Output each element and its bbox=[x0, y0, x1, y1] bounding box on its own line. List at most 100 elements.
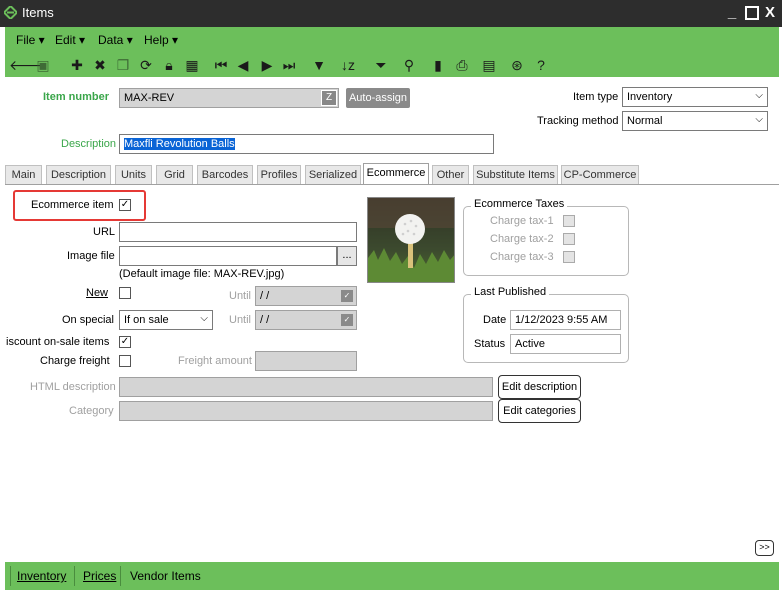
tab-barcodes[interactable]: Barcodes bbox=[197, 165, 253, 185]
help-icon[interactable]: ? bbox=[531, 55, 551, 75]
charge-freight-label: Charge freight bbox=[40, 355, 110, 367]
tracking-method-select[interactable]: Normal ⌵ bbox=[622, 111, 768, 131]
default-image-note: (Default image file: MAX-REV.jpg) bbox=[119, 268, 285, 280]
calendar-dropdown-icon[interactable]: ✓ bbox=[341, 290, 353, 302]
tab-divider bbox=[5, 184, 779, 185]
next-record-icon[interactable]: ▶ bbox=[257, 55, 277, 75]
menu-file[interactable]: File ▾ bbox=[16, 33, 45, 47]
grid-icon[interactable]: ▦ bbox=[182, 55, 202, 75]
charge-tax-1-label: Charge tax-1 bbox=[490, 215, 554, 227]
new-until-date[interactable]: / / ✓ bbox=[255, 286, 357, 306]
back-arrow-icon[interactable]: 🡐 bbox=[9, 55, 47, 75]
bottom-tab-bar: Inventory Prices Vendor Items bbox=[5, 562, 779, 590]
on-special-select[interactable]: If on sale ⌵ bbox=[119, 310, 213, 330]
tracking-method-label: Tracking method bbox=[537, 115, 619, 127]
category-label: Category bbox=[69, 405, 114, 417]
bottom-tab-prices[interactable]: Prices bbox=[83, 569, 116, 583]
ecommerce-item-checkbox[interactable]: ✓ bbox=[119, 199, 131, 211]
last-published-title: Last Published bbox=[471, 286, 550, 298]
freight-amount-label: Freight amount bbox=[178, 355, 252, 367]
item-number-input[interactable]: MAX-REV bbox=[119, 88, 339, 108]
published-date-label: Date bbox=[483, 314, 507, 326]
charge-tax-2-checkbox[interactable] bbox=[563, 233, 575, 245]
title-bar: Items _ X bbox=[0, 0, 782, 27]
ecommerce-taxes-title: Ecommerce Taxes bbox=[471, 198, 568, 210]
tab-serialized[interactable]: Serialized bbox=[305, 165, 361, 185]
refresh-icon[interactable]: ⟳ bbox=[136, 55, 156, 75]
search-icon[interactable]: ⚲ bbox=[399, 55, 419, 75]
description-label: Description bbox=[61, 138, 117, 150]
freight-amount-input[interactable] bbox=[255, 351, 357, 371]
ecommerce-item-label: Ecommerce item bbox=[31, 199, 114, 211]
product-image bbox=[367, 197, 455, 283]
charge-tax-1-checkbox[interactable] bbox=[563, 215, 575, 227]
support-icon[interactable]: ⊛ bbox=[507, 55, 527, 75]
new-until-label: Until bbox=[229, 290, 252, 302]
copy-icon[interactable]: ❐ bbox=[113, 55, 133, 75]
maximize-button[interactable] bbox=[742, 3, 762, 23]
save-icon[interactable]: ▣ bbox=[33, 55, 53, 75]
tab-main[interactable]: Main bbox=[5, 165, 42, 185]
tab-units[interactable]: Units bbox=[115, 165, 152, 185]
close-button[interactable]: X bbox=[760, 3, 780, 23]
tab-ecommerce[interactable]: Ecommerce bbox=[363, 163, 429, 185]
menu-data[interactable]: Data ▾ bbox=[98, 33, 133, 47]
expand-button[interactable]: >> bbox=[755, 540, 774, 556]
description-input[interactable]: Maxfli Revolution Balls bbox=[119, 134, 494, 154]
calendar-dropdown-icon[interactable]: ✓ bbox=[341, 314, 353, 326]
discount-on-sale-checkbox[interactable]: ✓ bbox=[119, 336, 131, 348]
tab-cp-commerce[interactable]: CP-Commerce bbox=[561, 165, 639, 185]
sort-icon[interactable]: ↓z bbox=[338, 55, 358, 75]
discount-on-sale-label: iscount on-sale items bbox=[6, 336, 110, 348]
image-file-input[interactable] bbox=[119, 246, 337, 266]
description-selected-text: Maxfli Revolution Balls bbox=[124, 138, 235, 150]
tab-grid[interactable]: Grid bbox=[156, 165, 193, 185]
new-checkbox[interactable] bbox=[119, 287, 131, 299]
html-description-input[interactable] bbox=[119, 377, 493, 397]
bottom-tab-inventory[interactable]: Inventory bbox=[17, 569, 66, 583]
first-record-icon[interactable]: ⏮ bbox=[211, 55, 231, 75]
print-icon[interactable]: ⎙ bbox=[452, 55, 472, 75]
window-title: Items bbox=[22, 5, 54, 20]
category-input[interactable] bbox=[119, 401, 493, 421]
filter-icon[interactable]: ⏷ bbox=[371, 55, 391, 75]
tab-profiles[interactable]: Profiles bbox=[257, 165, 301, 185]
published-date-value: 1/12/2023 9:55 AM bbox=[510, 310, 621, 330]
minimize-button[interactable]: _ bbox=[722, 3, 742, 23]
tab-other[interactable]: Other bbox=[432, 165, 469, 185]
edit-description-button[interactable]: Edit description bbox=[498, 375, 581, 399]
bottom-tab-vendor-items[interactable]: Vendor Items bbox=[130, 569, 201, 583]
bookmark-icon[interactable]: ▼ bbox=[309, 55, 329, 75]
charge-tax-3-checkbox[interactable] bbox=[563, 251, 575, 263]
url-input[interactable] bbox=[119, 222, 357, 242]
app-logo-icon bbox=[2, 4, 19, 21]
toolbar: 🡐 ▣ ✚ ✖ ❐ ⟳ 🔒︎ ▦ ⏮ ◀ ▶ ⏭ ▼ ↓z ⏷ ⚲ ▮ ⎙ ▤ … bbox=[5, 53, 779, 77]
calculator-icon[interactable]: ▤ bbox=[479, 55, 499, 75]
separator bbox=[10, 566, 11, 586]
special-until-label: Until bbox=[229, 314, 252, 326]
tab-description[interactable]: Description bbox=[46, 165, 111, 185]
tab-substitute-items[interactable]: Substitute Items bbox=[473, 165, 558, 185]
edit-categories-button[interactable]: Edit categories bbox=[498, 399, 581, 423]
browse-button[interactable]: ... bbox=[337, 246, 357, 266]
lookup-icon[interactable]: Z bbox=[321, 90, 337, 106]
auto-assign-button[interactable]: Auto-assign bbox=[346, 88, 410, 108]
previous-record-icon[interactable]: ◀ bbox=[233, 55, 253, 75]
delete-icon[interactable]: ✖ bbox=[90, 55, 110, 75]
menu-edit[interactable]: Edit ▾ bbox=[55, 33, 85, 47]
chevron-down-icon: ⌵ bbox=[755, 114, 763, 125]
special-until-date[interactable]: / / ✓ bbox=[255, 310, 357, 330]
published-status-value: Active bbox=[510, 334, 621, 354]
document-icon[interactable]: ▮ bbox=[428, 55, 448, 75]
menu-help[interactable]: Help ▾ bbox=[144, 33, 178, 47]
chevron-down-icon: ⌵ bbox=[755, 90, 763, 101]
separator bbox=[74, 566, 75, 586]
item-type-select[interactable]: Inventory ⌵ bbox=[622, 87, 768, 107]
charge-freight-checkbox[interactable] bbox=[119, 355, 131, 367]
item-type-label: Item type bbox=[573, 91, 619, 103]
lock-icon[interactable]: 🔒︎ bbox=[159, 55, 179, 75]
last-record-icon[interactable]: ⏭ bbox=[279, 55, 299, 75]
add-icon[interactable]: ✚ bbox=[67, 55, 87, 75]
charge-tax-3-label: Charge tax-3 bbox=[490, 251, 554, 263]
charge-tax-2-label: Charge tax-2 bbox=[490, 233, 554, 245]
